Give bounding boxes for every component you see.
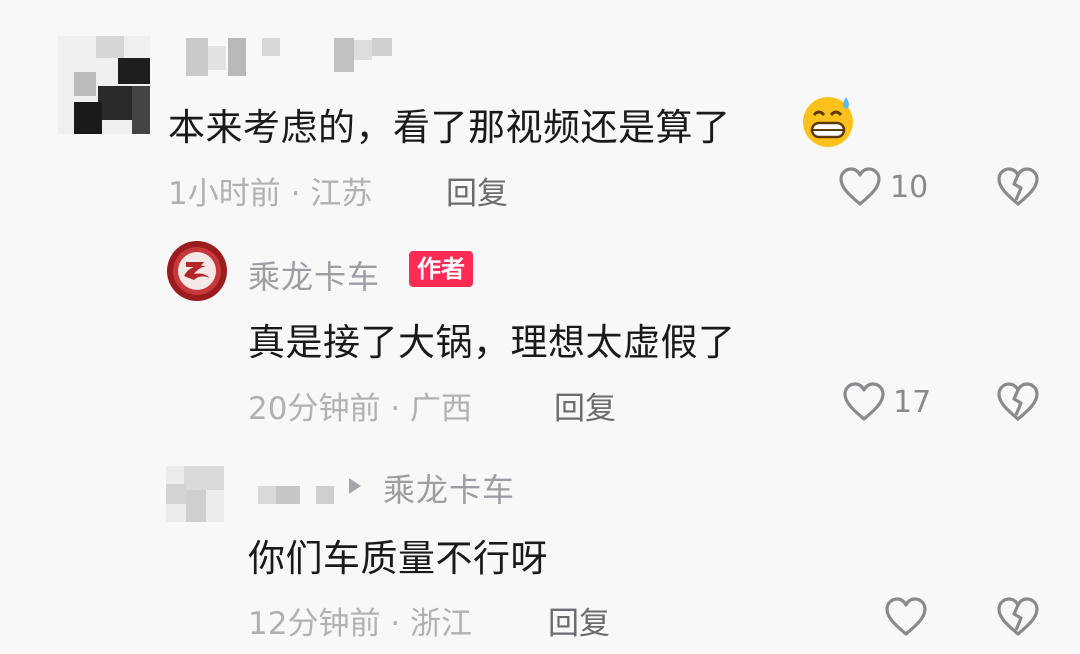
heart-icon[interactable] <box>884 596 928 638</box>
author-avatar[interactable] <box>166 240 228 302</box>
comment-text: 你们车质量不行呀 <box>248 537 548 580</box>
broken-heart-icon[interactable] <box>996 381 1040 423</box>
broken-heart-icon[interactable] <box>996 596 1040 638</box>
comment-text: 本来考虑的，看了那视频还是算了 <box>168 106 731 149</box>
like-count: 10 <box>890 170 929 205</box>
comment-meta: 12分钟前 · 浙江 <box>248 606 473 642</box>
reply-button[interactable]: 回复 <box>554 383 616 428</box>
reply-button[interactable]: 回复 <box>446 168 508 213</box>
reply-to-username[interactable]: 乘龙卡车 <box>383 465 515 511</box>
reply-button[interactable]: 回复 <box>548 598 610 643</box>
comment-meta: 20分钟前 · 广西 <box>248 391 473 427</box>
avatar[interactable] <box>58 36 150 134</box>
username-redacted <box>186 38 392 76</box>
heart-icon[interactable] <box>838 166 882 208</box>
username-redacted <box>258 486 334 504</box>
author-username[interactable]: 乘龙卡车 <box>248 252 380 298</box>
grinning-sweat-emoji-icon <box>800 93 856 149</box>
comment-text: 真是接了大锅，理想太虚假了 <box>248 321 736 364</box>
like-count: 17 <box>893 385 932 420</box>
author-badge: 作者 <box>409 251 473 287</box>
broken-heart-icon[interactable] <box>996 166 1040 208</box>
reply-arrow-icon <box>347 476 363 496</box>
heart-icon[interactable] <box>842 381 886 423</box>
avatar[interactable] <box>166 466 224 522</box>
comment-meta: 1小时前 · 江苏 <box>168 176 373 212</box>
